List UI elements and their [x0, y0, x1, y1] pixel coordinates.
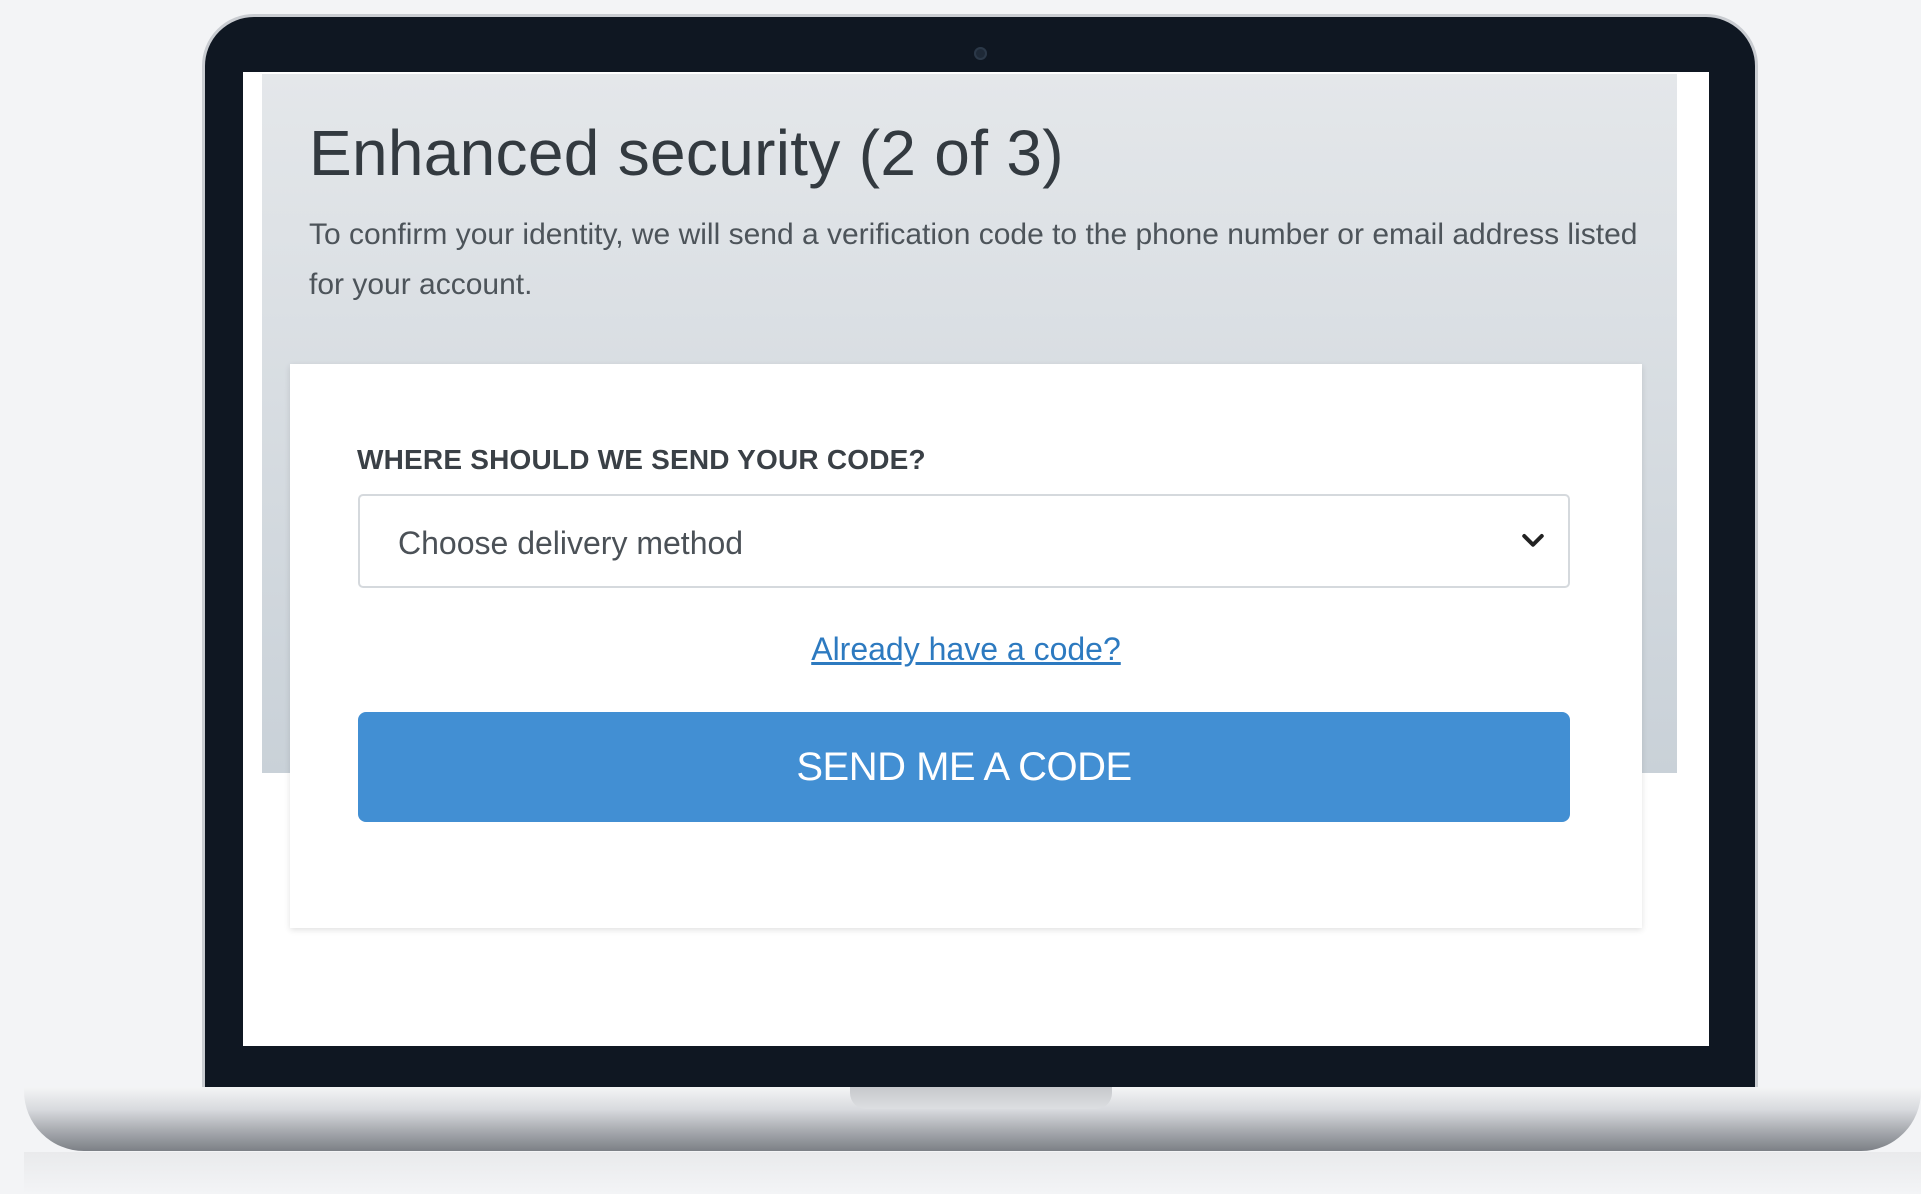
- laptop-notch: [850, 1087, 1112, 1109]
- delivery-method-value: Choose delivery method: [398, 525, 744, 561]
- camera-icon: [974, 47, 987, 60]
- laptop-reflection: [24, 1152, 1921, 1194]
- laptop-mockup: Enhanced security (2 of 3) To confirm yo…: [0, 0, 1921, 1194]
- laptop-screen: Enhanced security (2 of 3) To confirm yo…: [243, 72, 1709, 1046]
- send-code-button[interactable]: SEND ME A CODE: [358, 712, 1570, 822]
- delivery-method-select[interactable]: Choose delivery method: [358, 494, 1570, 588]
- chevron-down-icon: [1522, 534, 1544, 547]
- page-title: Enhanced security (2 of 3): [309, 117, 1064, 189]
- already-have-code-link[interactable]: Already have a code?: [290, 631, 1642, 668]
- page-description: To confirm your identity, we will send a…: [309, 218, 1638, 301]
- verification-card: WHERE SHOULD WE SEND YOUR CODE? Choose d…: [290, 364, 1642, 928]
- delivery-method-label: WHERE SHOULD WE SEND YOUR CODE?: [357, 444, 926, 475]
